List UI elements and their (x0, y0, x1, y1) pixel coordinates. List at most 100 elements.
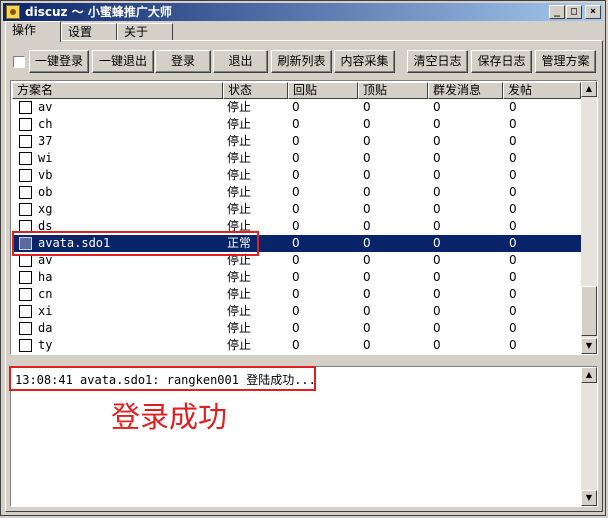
cell-broadcast: 0 (433, 253, 441, 267)
save-log-button[interactable]: 保存日志 (471, 50, 532, 73)
list-vertical-scrollbar[interactable]: ▲ ▼ (581, 81, 597, 354)
cell-bumps: 0 (363, 338, 371, 352)
cell-bumps: 0 (363, 253, 371, 267)
cell-bumps: 0 (363, 287, 371, 301)
row-checkbox[interactable] (19, 271, 32, 284)
cell-replies: 0 (292, 100, 300, 114)
cell-status: 停止 (227, 304, 252, 318)
cell-replies: 0 (292, 117, 300, 131)
select-all-checkbox[interactable] (13, 56, 25, 68)
cell-plan-name: ch (38, 117, 53, 131)
cell-replies: 0 (292, 338, 300, 352)
row-checkbox[interactable] (19, 339, 32, 352)
table-row[interactable]: cn 停止 0 0 0 0 (12, 286, 581, 303)
cell-broadcast: 0 (433, 151, 441, 165)
cell-bumps: 0 (363, 304, 371, 318)
table-row[interactable]: wi 停止 0 0 0 0 (12, 150, 581, 167)
cell-plan-name: wi (38, 151, 53, 165)
manage-plans-button[interactable]: 管理方案 (535, 50, 596, 73)
row-checkbox[interactable] (19, 118, 32, 131)
cell-bumps: 0 (363, 134, 371, 148)
cell-status: 停止 (227, 287, 252, 301)
table-row[interactable]: xi 停止 0 0 0 0 (12, 303, 581, 320)
cell-plan-name: 37 (38, 134, 53, 148)
one-click-logout-button[interactable]: 一键退出 (92, 50, 154, 73)
cell-posts: 0 (509, 117, 517, 131)
scroll-up-arrow-icon[interactable]: ▲ (581, 81, 597, 97)
refresh-list-button[interactable]: 刷新列表 (271, 50, 332, 73)
column-header-posts[interactable]: 发帖 (503, 82, 581, 99)
cell-replies: 0 (292, 134, 300, 148)
row-checkbox[interactable] (19, 101, 32, 114)
cell-broadcast: 0 (433, 270, 441, 284)
row-checkbox[interactable] (19, 169, 32, 182)
close-button[interactable]: × (585, 5, 601, 19)
table-row[interactable]: ha 停止 0 0 0 0 (12, 269, 581, 286)
table-row[interactable]: ty 停止 0 0 0 0 (12, 337, 581, 354)
log-scroll-down-arrow-icon[interactable]: ▼ (581, 490, 597, 506)
column-header-broadcast[interactable]: 群发消息 (428, 82, 503, 99)
title-bar[interactable]: discuz ～ 小蜜蜂推广大师 _ □ × (3, 3, 603, 21)
highlight-box-selected-row (12, 231, 259, 256)
cell-broadcast: 0 (433, 117, 441, 131)
row-checkbox[interactable] (19, 135, 32, 148)
table-row[interactable]: vb 停止 0 0 0 0 (12, 167, 581, 184)
cell-posts: 0 (509, 151, 517, 165)
cell-broadcast: 0 (433, 168, 441, 182)
cell-posts: 0 (509, 236, 517, 250)
table-row[interactable]: ob 停止 0 0 0 0 (12, 184, 581, 201)
log-scroll-up-arrow-icon[interactable]: ▲ (581, 367, 597, 383)
column-header-bumps[interactable]: 顶贴 (358, 82, 428, 99)
login-button[interactable]: 登录 (155, 50, 211, 73)
clear-log-button[interactable]: 清空日志 (407, 50, 468, 73)
cell-posts: 0 (509, 168, 517, 182)
cell-broadcast: 0 (433, 100, 441, 114)
minimize-button[interactable]: _ (549, 5, 565, 19)
cell-plan-name: xg (38, 202, 53, 216)
row-checkbox[interactable] (19, 152, 32, 165)
row-checkbox[interactable] (19, 288, 32, 301)
maximize-button[interactable]: □ (566, 5, 582, 19)
row-checkbox[interactable] (19, 186, 32, 199)
row-checkbox[interactable] (19, 305, 32, 318)
cell-status: 停止 (227, 185, 252, 199)
cell-status: 停止 (227, 168, 252, 182)
log-vertical-scrollbar[interactable]: ▲ ▼ (581, 367, 597, 506)
column-header-plan-name[interactable]: 方案名 (12, 82, 223, 99)
one-click-login-button[interactable]: 一键登录 (29, 50, 89, 73)
tab-about[interactable]: 关于 (117, 23, 173, 41)
cell-bumps: 0 (363, 185, 371, 199)
content-collect-button[interactable]: 内容采集 (334, 50, 395, 73)
tab-settings[interactable]: 设置 (61, 23, 117, 41)
cell-status: 停止 (227, 321, 252, 335)
cell-replies: 0 (292, 321, 300, 335)
cell-bumps: 0 (363, 236, 371, 250)
cell-replies: 0 (292, 287, 300, 301)
cell-broadcast: 0 (433, 304, 441, 318)
cell-posts: 0 (509, 185, 517, 199)
cell-status: 停止 (227, 270, 252, 284)
cell-status: 停止 (227, 151, 252, 165)
table-row[interactable]: ch 停止 0 0 0 0 (12, 116, 581, 133)
row-checkbox[interactable] (19, 322, 32, 335)
table-row[interactable]: da 停止 0 0 0 0 (12, 320, 581, 337)
logout-button[interactable]: 退出 (213, 50, 268, 73)
cell-posts: 0 (509, 253, 517, 267)
bee-app-icon (6, 5, 20, 19)
scroll-down-arrow-icon[interactable]: ▼ (581, 338, 597, 354)
plan-list[interactable]: 方案名 状态 回贴 顶贴 群发消息 发帖 av 停止 0 0 0 0 ch 停止 0 0 0 0 37 停… (10, 80, 598, 355)
tab-operations[interactable]: 操作 (5, 21, 61, 42)
cell-posts: 0 (509, 134, 517, 148)
cell-plan-name: ha (38, 270, 53, 284)
column-header-replies[interactable]: 回贴 (288, 82, 358, 99)
row-checkbox[interactable] (19, 203, 32, 216)
scroll-thumb[interactable] (581, 286, 597, 336)
cell-posts: 0 (509, 202, 517, 216)
cell-posts: 0 (509, 100, 517, 114)
table-row[interactable]: av 停止 0 0 0 0 (12, 99, 581, 116)
table-row[interactable]: xg 停止 0 0 0 0 (12, 201, 581, 218)
column-header-status[interactable]: 状态 (223, 82, 288, 99)
table-row[interactable]: 37 停止 0 0 0 0 (12, 133, 581, 150)
cell-broadcast: 0 (433, 338, 441, 352)
annotation-login-success: 登录成功 (111, 400, 228, 434)
